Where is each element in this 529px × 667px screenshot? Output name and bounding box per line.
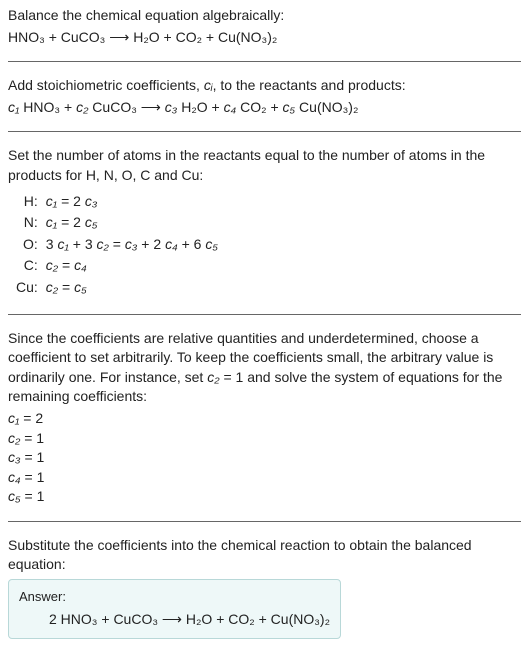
coeff-line: c₂ = 1 [8,429,521,449]
var: c₄ [8,469,21,485]
atom-row-cu: Cu: c₂ = c₅ [16,278,218,300]
element-label: C: [16,256,46,278]
text: CO₂ + [236,99,282,115]
balanced-equation: 2 HNO₃ + CuCO₃ ⟶ H₂O + CO₂ + Cu(NO₃)₂ [19,610,330,630]
atom-row-c: C: c₂ = c₄ [16,256,218,278]
var: c₅ [74,279,87,295]
element-equation: c₂ = c₄ [46,256,218,278]
var: c₁ [46,193,57,209]
element-equation: 3 c₁ + 3 c₂ = c₃ + 2 c₄ + 6 c₅ [46,235,218,257]
var: c₂ [97,236,109,252]
section-stoich: Add stoichiometric coefficients, cᵢ, to … [8,76,521,132]
text: Cu(NO₃)₂ [295,99,358,115]
answer-label: Answer: [19,588,330,606]
coeff: c₁ [8,99,19,115]
text: Add stoichiometric coefficients, [8,77,204,93]
coeff: c₄ [224,99,237,115]
coeff: c₅ [283,99,296,115]
text: = [109,236,125,252]
var: c₁ [57,236,68,252]
text: + 6 [178,236,206,252]
element-equation: c₁ = 2 c₃ [46,192,218,214]
atom-row-o: O: 3 c₁ + 3 c₂ = c₃ + 2 c₄ + 6 c₅ [16,235,218,257]
text: = [58,279,74,295]
var: c₂ [8,430,20,446]
atom-row-h: H: c₁ = 2 c₃ [16,192,218,214]
intro-text: Balance the chemical equation algebraica… [8,6,521,26]
unbalanced-equation: HNO₃ + CuCO₃ ⟶ H₂O + CO₂ + Cu(NO₃)₂ [8,28,521,48]
var: c₃ [85,193,98,209]
val: = 1 [21,469,45,485]
coeff-line: c₄ = 1 [8,468,521,488]
var: c₃ [8,449,21,465]
text: HNO₃ + [19,99,76,115]
element-label: N: [16,213,46,235]
val: = 1 [20,430,44,446]
text: 3 [46,236,58,252]
section-solve: Since the coefficients are relative quan… [8,329,521,522]
text: , to the reactants and products: [213,77,406,93]
answer-intro: Substitute the coefficients into the che… [8,536,521,575]
var: c₂ [46,279,58,295]
text: CuCO₃ ⟶ [88,99,164,115]
variable-ci: cᵢ [204,77,213,93]
var: c₁ [8,410,19,426]
atom-row-n: N: c₁ = 2 c₅ [16,213,218,235]
text: + 2 [137,236,165,252]
text: + 3 [69,236,97,252]
text: H₂O + [177,99,223,115]
element-equation: c₁ = 2 c₅ [46,213,218,235]
section-atoms: Set the number of atoms in the reactants… [8,146,521,314]
coeff: c₂ [76,99,88,115]
text: = [58,257,74,273]
text: = 2 [57,193,85,209]
stoich-equation: c₁ HNO₃ + c₂ CuCO₃ ⟶ c₃ H₂O + c₄ CO₂ + c… [8,98,521,118]
text: = 2 [57,214,85,230]
atom-equations: H: c₁ = 2 c₃ N: c₁ = 2 c₅ O: 3 c₁ + 3 c₂… [16,192,218,300]
val: = 2 [19,410,43,426]
coeff-line: c₁ = 2 [8,409,521,429]
var: c₄ [165,236,178,252]
section-balance-intro: Balance the chemical equation algebraica… [8,6,521,62]
var: c₅ [8,488,21,504]
var: c₂ [46,257,58,273]
element-label: O: [16,235,46,257]
stoich-intro: Add stoichiometric coefficients, cᵢ, to … [8,76,521,96]
element-equation: c₂ = c₅ [46,278,218,300]
coeff-line: c₃ = 1 [8,448,521,468]
element-label: Cu: [16,278,46,300]
variable: c₂ [207,369,219,385]
solve-intro: Since the coefficients are relative quan… [8,329,521,407]
var: c₁ [46,214,57,230]
element-label: H: [16,192,46,214]
var: c₃ [125,236,138,252]
val: = 1 [21,449,45,465]
var: c₅ [205,236,218,252]
answer-box: Answer: 2 HNO₃ + CuCO₃ ⟶ H₂O + CO₂ + Cu(… [8,579,341,639]
val: = 1 [21,488,45,504]
coefficient-list: c₁ = 2 c₂ = 1 c₃ = 1 c₄ = 1 c₅ = 1 [8,409,521,507]
var: c₄ [74,257,87,273]
coeff: c₃ [165,99,178,115]
atoms-intro: Set the number of atoms in the reactants… [8,146,521,185]
coeff-line: c₅ = 1 [8,487,521,507]
var: c₅ [85,214,98,230]
section-answer: Substitute the coefficients into the che… [8,536,521,647]
